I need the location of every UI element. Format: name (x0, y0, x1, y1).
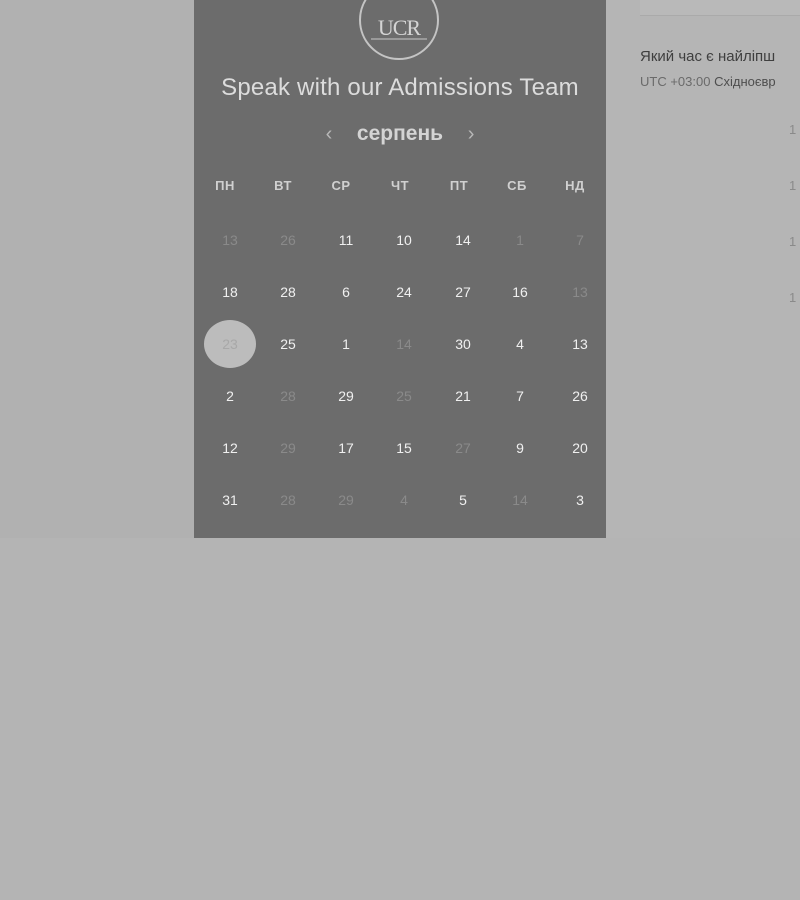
calendar-day[interactable]: 3 (560, 490, 600, 510)
calendar-day[interactable]: 11 (326, 230, 366, 250)
calendar-day[interactable]: 29 (268, 438, 308, 458)
timezone-label[interactable]: UTC +03:00 Східноєвр (640, 74, 776, 89)
calendar-day[interactable]: 2 (210, 386, 250, 406)
calendar-day[interactable]: 1 (326, 334, 366, 354)
calendar-day[interactable]: 25 (268, 334, 308, 354)
calendar-day[interactable]: 14 (384, 334, 424, 354)
calendar-day[interactable]: 13 (560, 282, 600, 302)
calendar-day[interactable]: 9 (500, 438, 540, 458)
calendar-day-selected[interactable]: 23 (204, 320, 256, 368)
timezone-name: Східноєвр (714, 74, 776, 89)
time-selection-panel: 30 Який час є найліпш UTC +03:00 Східноє… (606, 0, 800, 538)
calendar-day[interactable]: 29 (326, 386, 366, 406)
calendar-day[interactable]: 26 (560, 386, 600, 406)
calendar-day[interactable]: 20 (560, 438, 600, 458)
calendar-day[interactable]: 6 (326, 282, 366, 302)
calendar-day[interactable]: 28 (268, 282, 308, 302)
calendar-day[interactable]: 16 (500, 282, 540, 302)
calendar-day[interactable]: 7 (500, 386, 540, 406)
calendar-day[interactable]: 26 (268, 230, 308, 250)
calendar-day[interactable]: 17 (326, 438, 366, 458)
calendar-day[interactable]: 15 (384, 438, 424, 458)
calendar-day[interactable]: 27 (443, 282, 483, 302)
calendar-day[interactable]: 7 (560, 230, 600, 250)
time-question: Який час є найліпш (640, 48, 776, 65)
time-slot[interactable]: 1 (789, 122, 796, 137)
calendar-day[interactable]: 28 (268, 386, 308, 406)
calendar-day[interactable]: 31 (210, 490, 250, 510)
timezone-offset: UTC +03:00 (640, 74, 711, 89)
time-slot[interactable]: 1 (789, 178, 796, 193)
calendar-day[interactable]: 1 (500, 230, 540, 250)
calendar-day[interactable]: 13 (560, 334, 600, 354)
admissions-booking-panel: UCR Speak with our Admissions Team ‹ сер… (194, 0, 606, 538)
calendar-day[interactable]: 12 (210, 438, 250, 458)
calendar-day[interactable]: 27 (443, 438, 483, 458)
calendar-day[interactable]: 4 (500, 334, 540, 354)
selected-duration-box[interactable]: 30 (640, 0, 800, 16)
calendar-day[interactable]: 13 (210, 230, 250, 250)
calendar-day[interactable]: 29 (326, 490, 366, 510)
calendar-day[interactable]: 14 (500, 490, 540, 510)
calendar-day[interactable]: 28 (268, 490, 308, 510)
calendar-day[interactable]: 10 (384, 230, 424, 250)
calendar-day[interactable]: 14 (443, 230, 483, 250)
calendar-day[interactable]: 24 (384, 282, 424, 302)
calendar-day[interactable]: 25 (384, 386, 424, 406)
time-slot[interactable]: 1 (789, 234, 796, 249)
calendar-day[interactable]: 30 (443, 334, 483, 354)
calendar-day[interactable]: 18 (210, 282, 250, 302)
calendar-day[interactable]: 5 (443, 490, 483, 510)
calendar-day[interactable]: 21 (443, 386, 483, 406)
calendar-day[interactable]: 4 (384, 490, 424, 510)
calendar-grid: 13 26 11 10 14 1 7 18 28 6 24 27 16 13 23 25 1 14 30 4 13 2 28… (194, 0, 606, 538)
time-slot[interactable]: 1 (789, 290, 796, 305)
